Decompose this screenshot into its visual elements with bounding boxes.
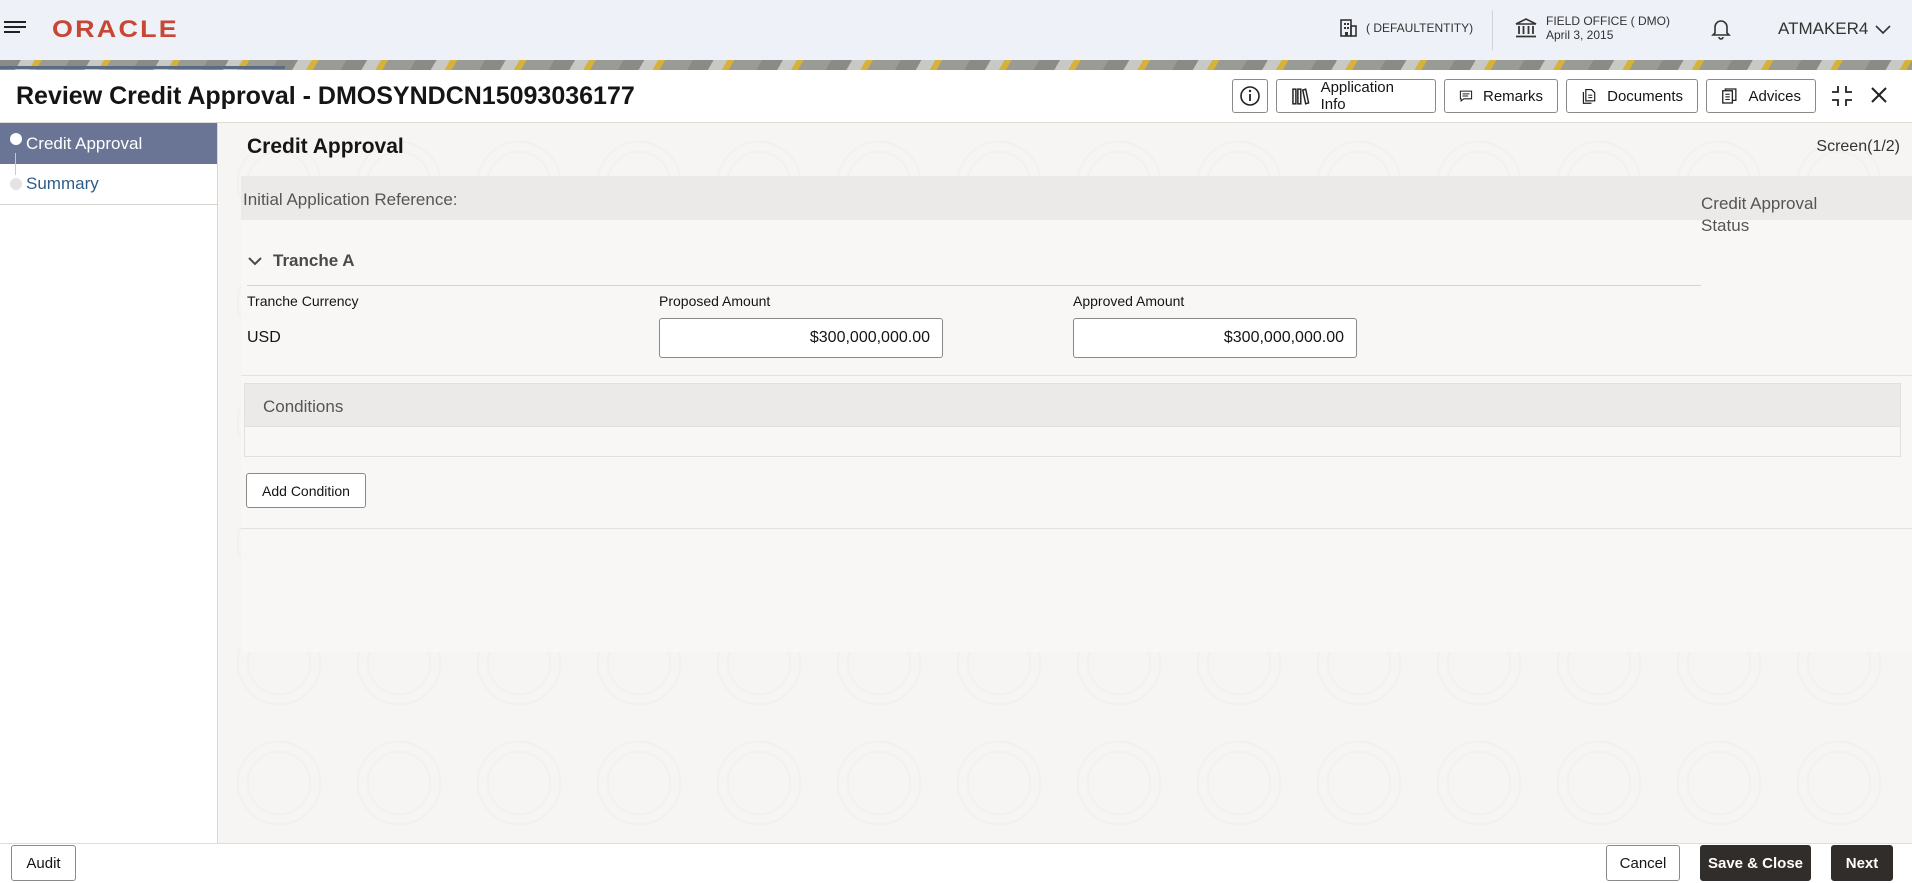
divider [241,528,1912,529]
reference-bar [241,176,1912,220]
section-title: Credit Approval [247,135,404,158]
train-navigation: Credit Approval Summary [0,123,218,843]
entity-selector[interactable]: ( DEFAULTENTITY) [1338,18,1473,38]
advices-button[interactable]: Advices [1706,79,1816,113]
proposed-amount-label: Proposed Amount [659,293,771,309]
tranche-currency-value: USD [247,329,281,346]
credit-approval-status-label: Credit Approval Status [1701,194,1818,235]
next-button[interactable]: Next [1831,845,1893,881]
info-button[interactable] [1232,79,1268,113]
top-header: ORACLE ( DEFAULTENTITY) FIELD OFFICE ( D… [0,0,1912,60]
nav-item-label: Summary [26,174,99,193]
cancel-button[interactable]: Cancel [1606,845,1680,881]
chevron-down-icon [248,257,262,266]
main-content: Credit Approval Screen(1/2) Initial Appl… [219,123,1912,843]
divider [247,285,1701,286]
step-indicator-icon [10,178,22,190]
proposed-amount-field[interactable] [659,318,943,358]
entity-label: ( DEFAULTENTITY) [1366,21,1474,35]
info-icon [1240,86,1260,106]
documents-icon [1582,88,1596,104]
approved-amount-label: Approved Amount [1073,293,1185,309]
audit-button[interactable]: Audit [11,845,76,881]
tranche-currency-label: Tranche Currency [247,293,359,309]
office-selector[interactable]: FIELD OFFICE ( DMO) April 3, 2015 [1514,14,1670,42]
title-bar: Review Credit Approval - DMOSYNDCN150930… [0,70,1912,123]
conditions-header [244,383,1901,427]
documents-button[interactable]: Documents [1566,79,1698,113]
initial-reference-label: Initial Application Reference: [243,190,458,209]
remarks-label: Remarks [1482,87,1543,105]
nav-item-label: Credit Approval [26,133,143,153]
books-icon [1292,88,1310,105]
application-info-label: Application Info [1320,79,1394,113]
divider [241,375,1912,376]
nav-item-credit-approval[interactable]: Credit Approval [0,123,217,164]
collapse-icon[interactable] [1830,84,1854,108]
bank-icon [1515,18,1537,38]
user-menu[interactable]: ATMAKER4 [1778,19,1892,39]
user-name: ATMAKER4 [1778,19,1869,38]
conditions-label: Conditions [263,397,344,416]
tranche-title: Tranche A [273,251,355,270]
advices-label: Advices [1748,87,1801,105]
screen-counter: Screen(1/2) [1816,138,1900,155]
chevron-down-icon [1875,25,1891,35]
save-close-button[interactable]: Save & Close [1700,845,1811,881]
nav-item-summary[interactable]: Summary [0,164,217,205]
header-divider [1492,10,1493,50]
tranche-header[interactable]: Tranche A [247,251,355,271]
comment-icon [1459,90,1473,102]
application-info-button[interactable]: Application Info [1276,79,1436,113]
banner-accent [0,66,285,69]
menu-icon[interactable] [4,18,26,38]
conditions-list [244,427,1901,457]
close-icon[interactable] [1868,84,1890,106]
oracle-logo[interactable]: ORACLE [52,16,179,44]
office-name: FIELD OFFICE ( DMO) [1546,14,1670,28]
remarks-button[interactable]: Remarks [1444,79,1558,113]
decorative-banner [0,60,1912,70]
documents-label: Documents [1607,87,1683,105]
advices-icon [1722,88,1737,104]
approved-amount-field[interactable] [1073,318,1357,358]
add-condition-button[interactable]: Add Condition [246,473,366,508]
bell-icon[interactable] [1710,17,1732,41]
building-icon [1340,19,1357,37]
page-title: Review Credit Approval - DMOSYNDCN150930… [16,82,635,110]
step-indicator-icon [10,133,22,145]
footer-bar: Audit Cancel Save & Close Next [0,843,1912,883]
office-date: April 3, 2015 [1546,28,1614,42]
